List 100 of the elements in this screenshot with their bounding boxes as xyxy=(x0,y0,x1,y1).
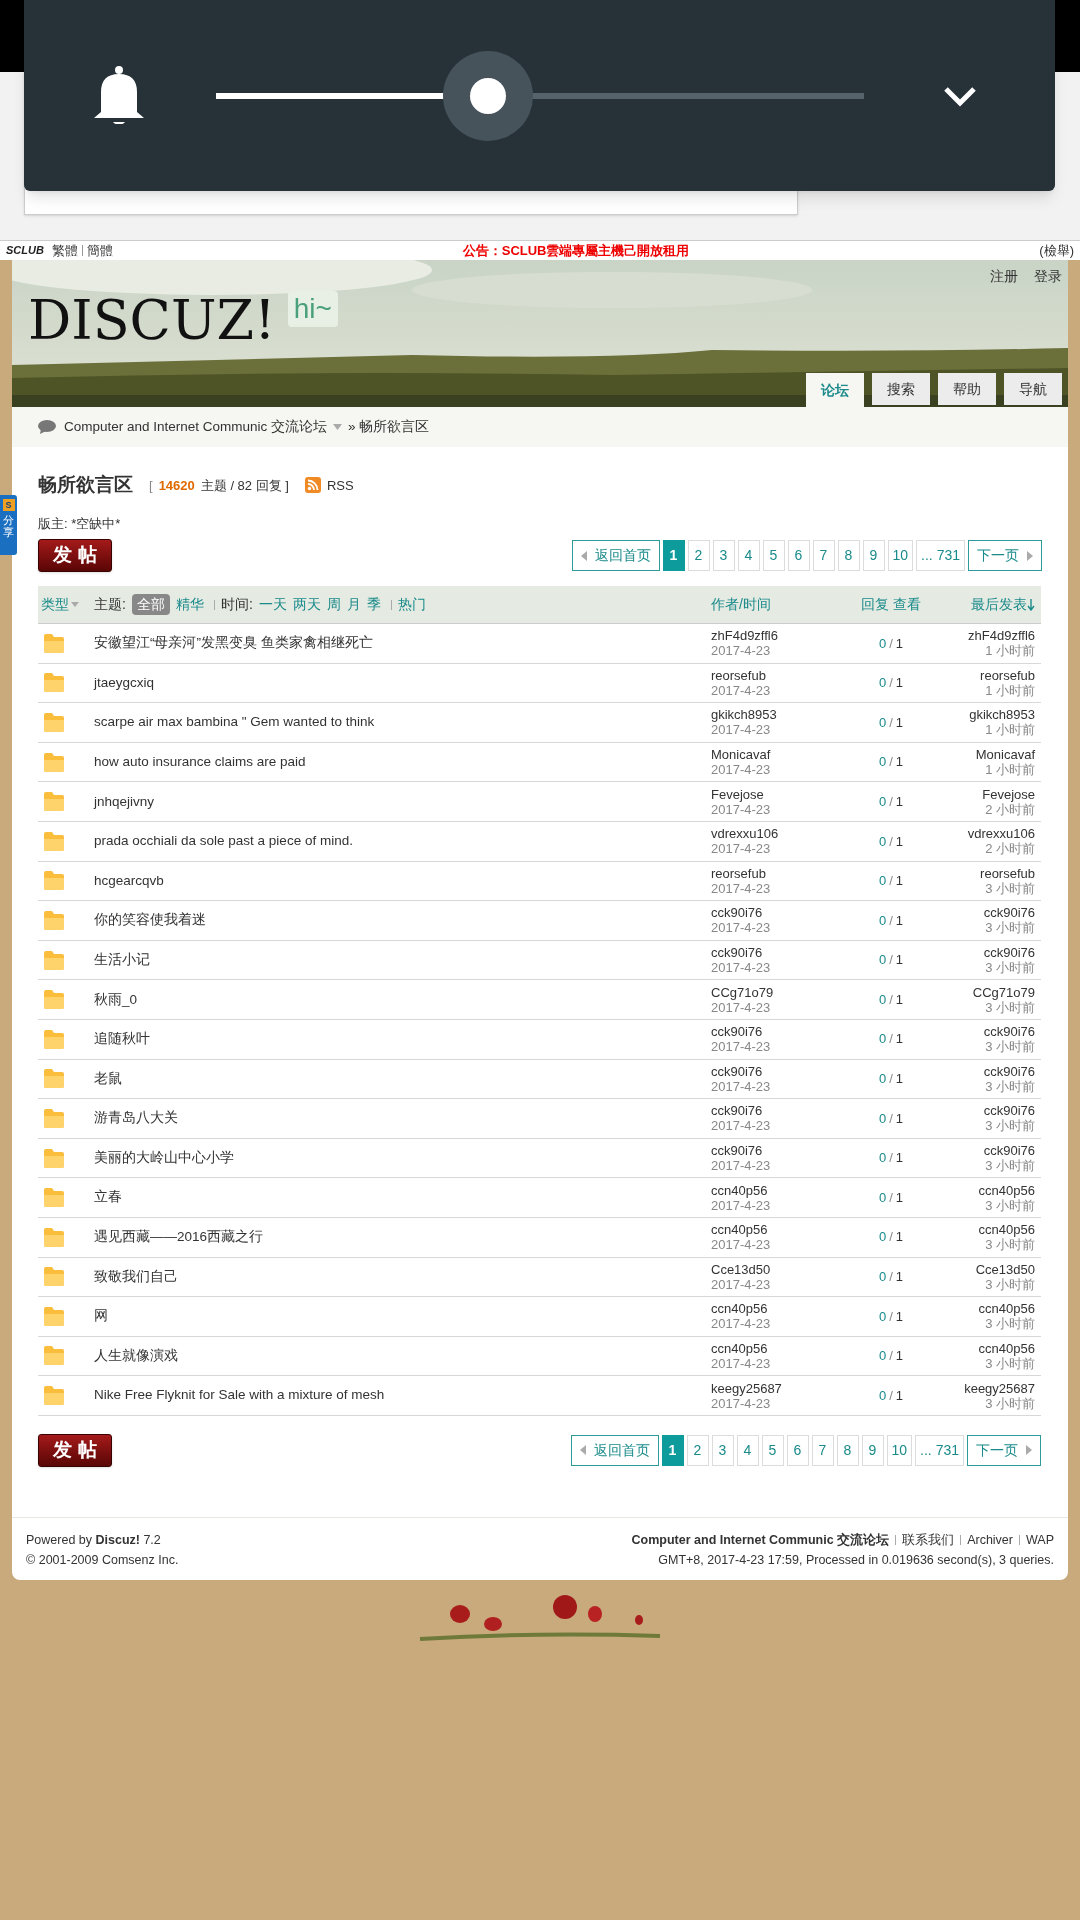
nav-tab[interactable]: 论坛 xyxy=(806,373,864,407)
next-page-button[interactable]: 下一页 xyxy=(967,1434,1041,1466)
last-post-column-header[interactable]: 最后发表 xyxy=(971,594,1027,615)
thread-title-link[interactable]: jtaeygcxiq xyxy=(94,672,711,693)
thread-title-link[interactable]: 安徽望江“母亲河”发黑变臭 鱼类家禽相继死亡 xyxy=(94,633,711,654)
replies-column-header[interactable]: 回复 xyxy=(861,594,889,615)
page-button[interactable]: ... 731 xyxy=(915,1434,964,1466)
author-link[interactable]: ccn40p56 xyxy=(711,1341,768,1356)
page-button[interactable]: 10 xyxy=(886,1434,913,1466)
page-button[interactable]: 7 xyxy=(812,540,835,571)
hot-filter[interactable]: 热门 xyxy=(397,594,426,615)
last-poster-link[interactable]: reorsefub xyxy=(980,667,1035,683)
author-link[interactable]: reorsefub xyxy=(711,865,766,881)
last-poster-link[interactable]: Fevejose xyxy=(982,786,1035,802)
thread-title-link[interactable]: jnhqejivny xyxy=(94,791,711,812)
footer-link[interactable]: WAP xyxy=(1026,1529,1054,1550)
last-poster-link[interactable]: cck90i76 xyxy=(983,1024,1035,1040)
new-post-button[interactable]: 发 帖 xyxy=(38,1433,112,1467)
author-link[interactable]: zhF4d9zffl6 xyxy=(711,628,778,644)
last-poster-link[interactable]: cck90i76 xyxy=(983,1063,1035,1079)
author-link[interactable]: Monicavaf xyxy=(711,747,771,763)
page-button[interactable]: 3 xyxy=(711,1434,734,1466)
page-button[interactable]: 2 xyxy=(686,1434,709,1466)
nav-tab[interactable]: 帮助 xyxy=(938,373,996,405)
page-button[interactable]: 8 xyxy=(836,1434,859,1466)
new-post-button[interactable]: 发 帖 xyxy=(38,539,112,572)
next-page-button[interactable]: 下一页 xyxy=(968,540,1042,571)
page-button[interactable]: 6 xyxy=(786,1434,809,1466)
thread-title-link[interactable]: 网 xyxy=(94,1306,711,1327)
thread-title-link[interactable]: 遇见西藏——2016西藏之行 xyxy=(94,1227,711,1248)
author-link[interactable]: cck90i76 xyxy=(711,1024,763,1040)
site-logo[interactable]: SCLUB xyxy=(6,242,44,259)
author-link[interactable]: ccn40p56 xyxy=(711,1301,768,1317)
last-poster-link[interactable]: Cce13d50 xyxy=(975,1261,1035,1277)
thread-title-link[interactable]: 人生就像演戏 xyxy=(94,1345,711,1367)
thread-title-link[interactable]: 追随秋叶 xyxy=(94,1029,711,1050)
thread-title-link[interactable]: 老鼠 xyxy=(94,1068,711,1089)
thread-title-link[interactable]: hcgearcqvb xyxy=(94,870,711,891)
last-poster-link[interactable]: cck90i76 xyxy=(983,1103,1035,1119)
author-link[interactable]: cck90i76 xyxy=(711,905,763,921)
author-column-header[interactable]: 作者/时间 xyxy=(711,594,841,615)
language-link[interactable]: 簡體 xyxy=(86,240,113,261)
thread-title-link[interactable]: 致敬我们自己 xyxy=(94,1266,711,1287)
last-poster-link[interactable]: ccn40p56 xyxy=(978,1301,1035,1317)
down-arrow-icon[interactable] xyxy=(1027,598,1035,611)
author-link[interactable]: CCg71o79 xyxy=(711,984,774,1000)
page-button[interactable]: 2 xyxy=(687,540,710,571)
share-tab[interactable]: S 分享 xyxy=(0,495,17,555)
time-filter[interactable]: 月 xyxy=(346,594,361,615)
last-poster-link[interactable]: Monicavaf xyxy=(975,747,1035,763)
account-link[interactable]: 登录 xyxy=(1034,266,1062,287)
author-link[interactable]: keegy25687 xyxy=(711,1380,782,1396)
thread-title-link[interactable]: Nike Free Flyknit for Sale with a mixture of mesh xyxy=(94,1385,711,1406)
topic-filter[interactable]: 全部 xyxy=(131,594,170,615)
author-link[interactable]: ccn40p56 xyxy=(711,1182,768,1198)
last-poster-link[interactable]: cck90i76 xyxy=(983,945,1035,961)
account-link[interactable]: 注册 xyxy=(990,266,1018,287)
page-button[interactable]: ... 731 xyxy=(916,540,965,571)
page-button[interactable]: 8 xyxy=(837,540,860,571)
dropdown-caret-icon[interactable] xyxy=(71,602,79,607)
thread-title-link[interactable]: 你的笑容使我着迷 xyxy=(94,910,711,931)
author-link[interactable]: cck90i76 xyxy=(711,1143,763,1158)
time-filter[interactable]: 两天 xyxy=(292,594,321,615)
views-column-header[interactable]: 查看 xyxy=(893,594,921,615)
thread-title-link[interactable]: 秋雨_0 xyxy=(94,989,711,1010)
report-link[interactable]: (檢舉) xyxy=(1039,240,1074,261)
last-poster-link[interactable]: ccn40p56 xyxy=(978,1182,1035,1198)
last-poster-link[interactable]: ccn40p56 xyxy=(978,1341,1035,1356)
thread-title-link[interactable]: 游青岛八大关 xyxy=(94,1108,711,1129)
thread-title-link[interactable]: scarpe air max bambina " Gem wanted to think xyxy=(94,712,711,733)
page-button[interactable]: 3 xyxy=(712,540,735,571)
author-link[interactable]: cck90i76 xyxy=(711,945,763,961)
author-link[interactable]: Fevejose xyxy=(711,786,764,802)
page-button[interactable]: 4 xyxy=(737,540,760,571)
volume-slider[interactable] xyxy=(216,51,864,141)
page-button[interactable]: 5 xyxy=(761,1434,784,1466)
author-link[interactable]: gkikch8953 xyxy=(711,707,777,723)
last-poster-link[interactable]: gkikch8953 xyxy=(969,707,1035,723)
thread-title-link[interactable]: 立春 xyxy=(94,1187,711,1208)
last-poster-link[interactable]: cck90i76 xyxy=(983,1143,1035,1158)
author-link[interactable]: reorsefub xyxy=(711,667,766,683)
rss-icon[interactable] xyxy=(304,477,321,494)
last-poster-link[interactable]: keegy25687 xyxy=(964,1380,1035,1396)
thread-title-link[interactable]: 美丽的大岭山中心小学 xyxy=(94,1147,711,1169)
last-poster-link[interactable]: zhF4d9zffl6 xyxy=(968,628,1035,644)
author-link[interactable]: cck90i76 xyxy=(711,1103,763,1119)
last-poster-link[interactable]: reorsefub xyxy=(980,865,1035,881)
last-poster-link[interactable]: CCg71o79 xyxy=(972,984,1035,1000)
topic-filter[interactable]: 精华 xyxy=(175,594,204,615)
last-poster-link[interactable]: cck90i76 xyxy=(983,905,1035,921)
author-link[interactable]: vdrexxu106 xyxy=(711,826,779,842)
language-link[interactable]: 繁體 xyxy=(51,240,78,261)
author-link[interactable]: cck90i76 xyxy=(711,1063,763,1079)
announcement-link[interactable]: 公告：SCLUB雲端專屬主機己開放租用 xyxy=(462,240,690,261)
page-button[interactable]: 10 xyxy=(887,540,914,571)
page-button[interactable]: 4 xyxy=(736,1434,759,1466)
page-button[interactable]: 7 xyxy=(811,1434,834,1466)
thread-title-link[interactable]: how auto insurance claims are paid xyxy=(94,751,711,773)
author-link[interactable]: ccn40p56 xyxy=(711,1222,768,1238)
page-button[interactable]: 5 xyxy=(762,540,785,571)
